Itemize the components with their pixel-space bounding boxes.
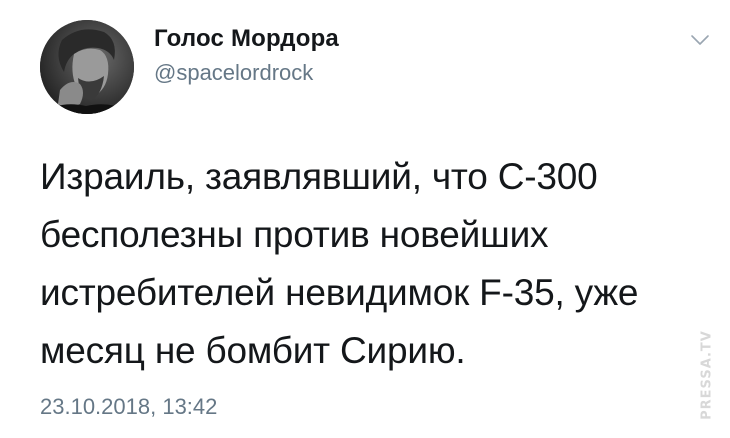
chevron-down-icon[interactable] — [690, 33, 710, 47]
avatar[interactable] — [40, 20, 134, 114]
author-handle[interactable]: @spacelordrock — [154, 60, 313, 86]
tweet-text: Израиль, заявлявший, что С-300 бесполезн… — [40, 156, 639, 371]
tweet-card: Голос Мордора @spacelordrock Израиль, за… — [0, 0, 730, 438]
watermark-text: PRESSA.TV — [699, 330, 715, 420]
avatar-photo — [40, 20, 134, 114]
watermark: PRESSA.TV — [696, 320, 718, 430]
author-display-name[interactable]: Голос Мордора — [154, 25, 339, 53]
tweet-timestamp[interactable]: 23.10.2018, 13:42 — [40, 394, 217, 420]
